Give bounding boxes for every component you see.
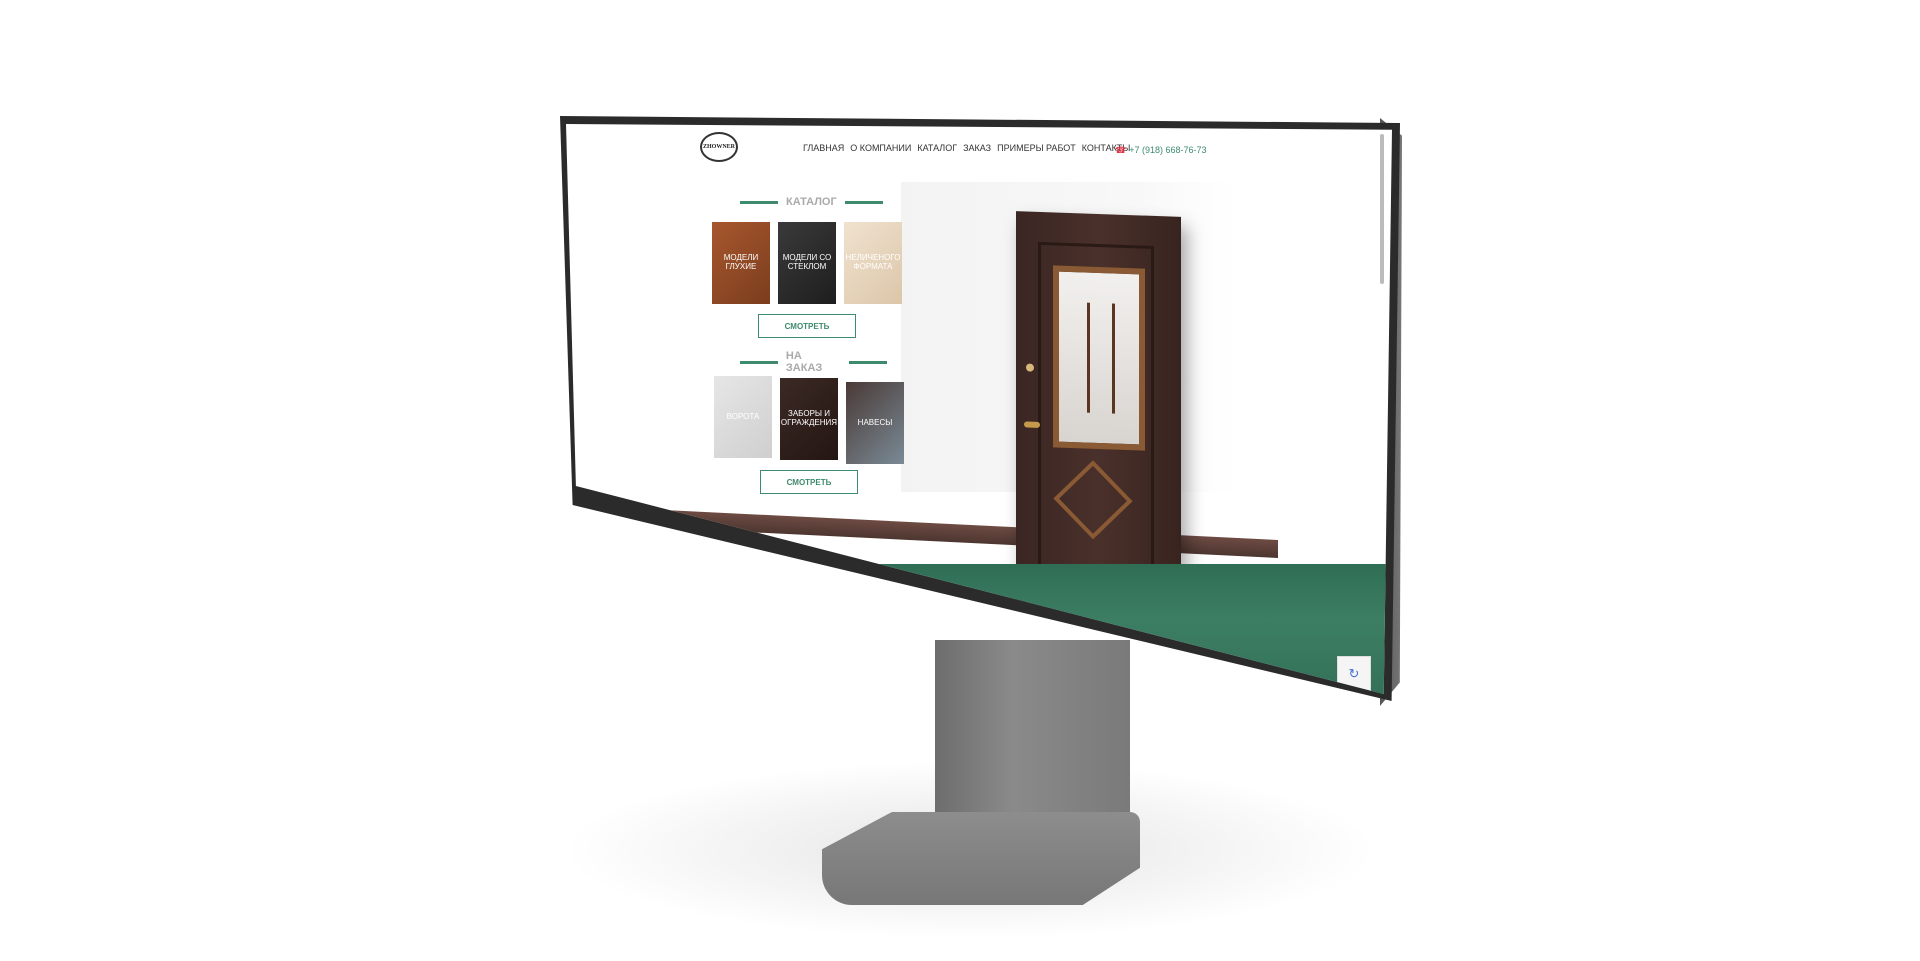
page-scrollbar[interactable]	[1380, 134, 1384, 284]
monitor-stand-neck	[935, 640, 1130, 825]
tile-gates[interactable]: ВОРОТА	[714, 376, 772, 458]
monitor-stand-base	[822, 812, 1140, 905]
phone-number: +7 (918) 668-76-73	[1129, 145, 1207, 155]
heading-line	[849, 360, 887, 364]
nav-item-catalog[interactable]: КАТАЛОГ	[917, 143, 957, 153]
order-title: НА ЗАКАЗ	[785, 350, 823, 374]
nav-item-order[interactable]: ЗАКАЗ	[963, 143, 991, 153]
main-nav: ГЛАВНАЯ О КОМПАНИИ КАТАЛОГ ЗАКАЗ ПРИМЕРЫ…	[803, 143, 1130, 153]
catalog-view-button[interactable]: СМОТРЕТЬ	[758, 314, 856, 338]
door-panel	[1038, 241, 1154, 582]
hero-door-image	[1016, 211, 1181, 607]
door-ornament	[1087, 302, 1115, 414]
nav-item-about[interactable]: О КОМПАНИИ	[850, 143, 911, 153]
order-heading: НА ЗАКАЗ	[740, 350, 887, 374]
monitor-screen: ZHOWNER ГЛАВНАЯ О КОМПАНИИ КАТАЛОГ ЗАКАЗ…	[566, 124, 1392, 694]
door-lock	[1026, 363, 1034, 372]
tile-custom-format[interactable]: НЕЛИЧЕНОГО ФОРМАТА	[844, 222, 902, 304]
door-glass	[1053, 265, 1145, 451]
header-phone[interactable]: ☎ +7 (918) 668-76-73	[1115, 145, 1207, 156]
phone-icon: ☎	[1115, 145, 1127, 155]
heading-line	[844, 200, 883, 204]
door-diamond	[1053, 460, 1133, 540]
tile-fences[interactable]: ЗАБОРЫ И ОГРАЖДЕНИЯ	[780, 378, 838, 460]
order-view-button[interactable]: СМОТРЕТЬ	[760, 470, 858, 494]
catalog-heading: КАТАЛОГ	[740, 196, 883, 208]
catalog-title: КАТАЛОГ	[786, 196, 837, 208]
door-handle	[1024, 421, 1040, 428]
recaptcha-icon: ↻	[1348, 666, 1360, 681]
site-logo[interactable]: ZHOWNER	[700, 132, 738, 162]
tile-glass-models[interactable]: МОДЕЛИ СО СТЕКЛОМ	[778, 222, 836, 304]
left-panel: КАТАЛОГ МОДЕЛИ ГЛУХИЕ МОДЕЛИ СО СТЕКЛОМ …	[712, 182, 904, 494]
heading-line	[740, 200, 778, 204]
heading-line	[740, 360, 778, 364]
tile-solid-models[interactable]: МОДЕЛИ ГЛУХИЕ	[712, 222, 770, 304]
nav-item-works[interactable]: ПРИМЕРЫ РАБОТ	[997, 143, 1076, 153]
nav-item-home[interactable]: ГЛАВНАЯ	[803, 143, 844, 153]
tile-canopies[interactable]: НАВЕСЫ	[846, 382, 904, 464]
